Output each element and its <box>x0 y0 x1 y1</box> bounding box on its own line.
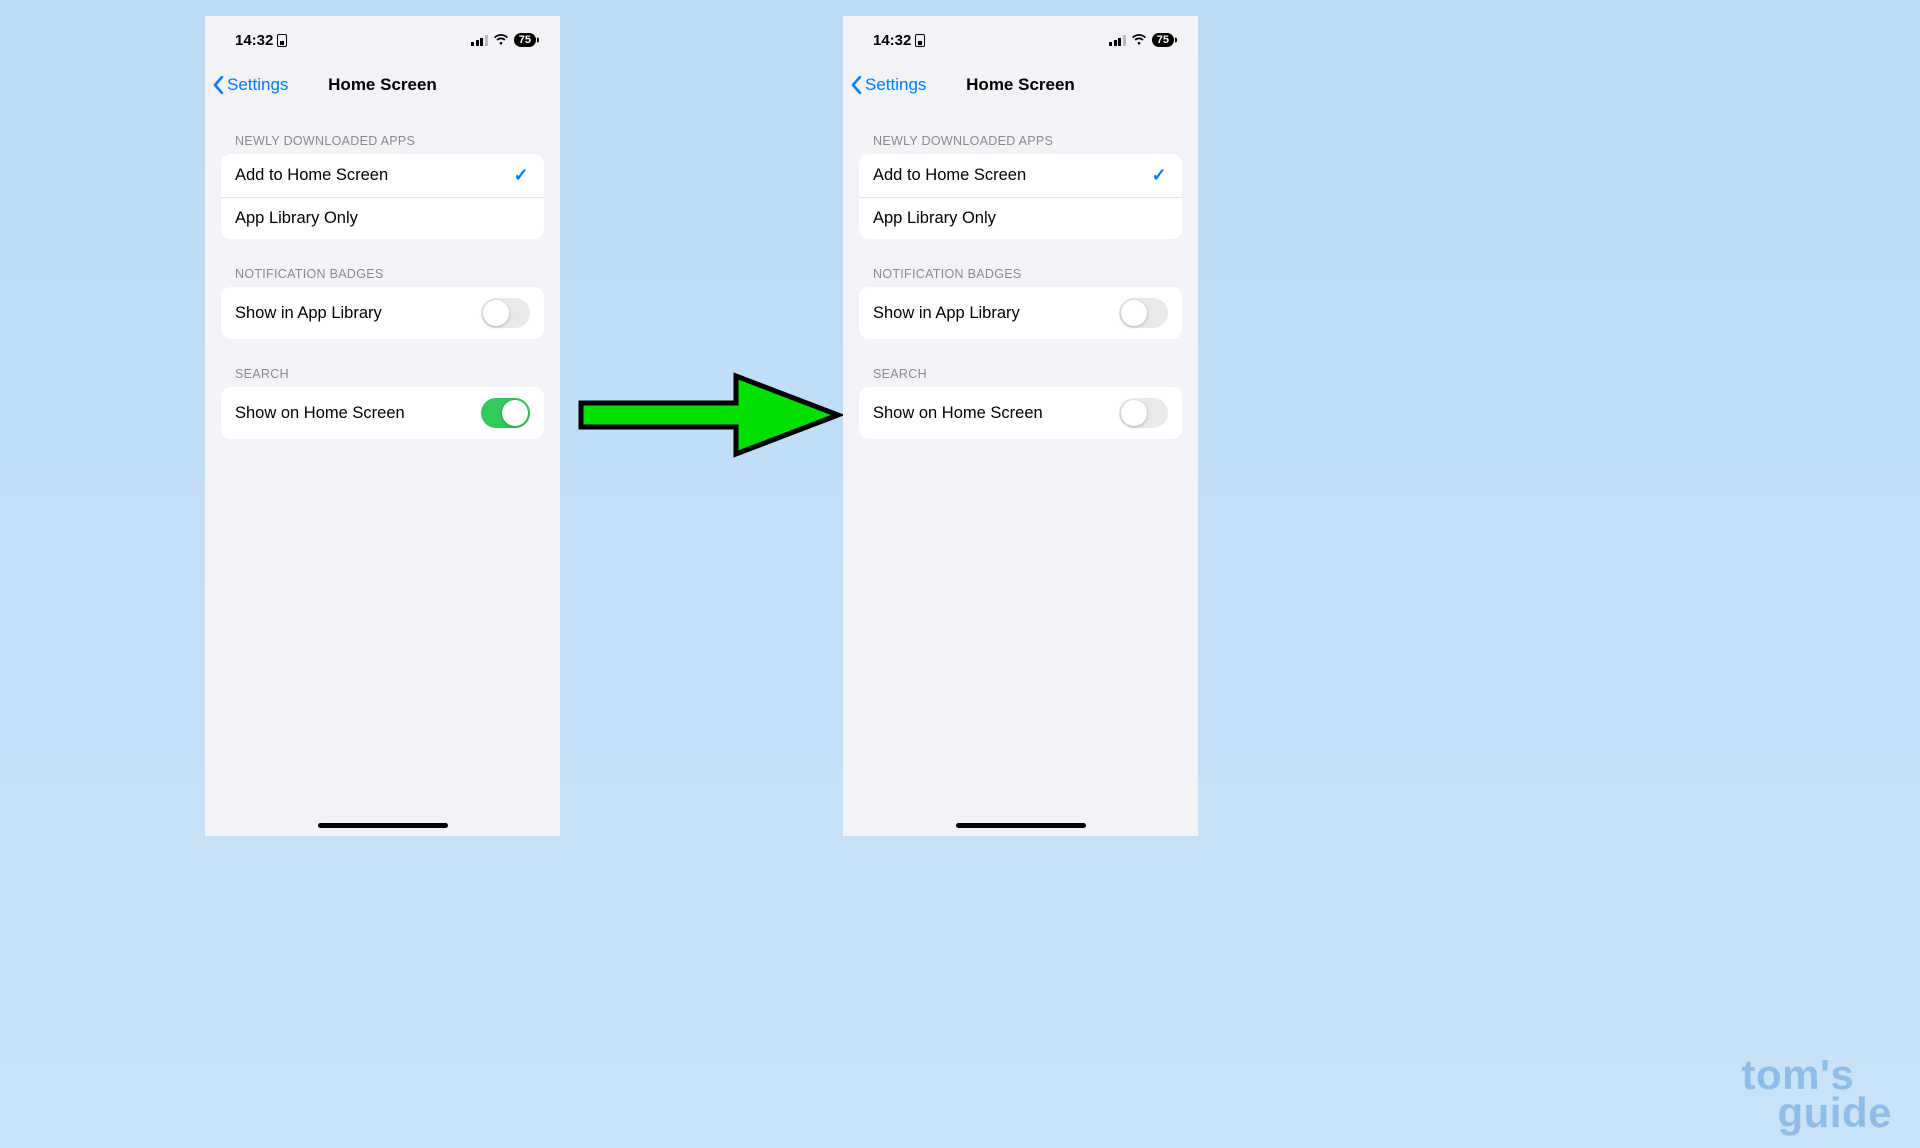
wifi-icon <box>493 34 509 46</box>
row-show-on-home-screen: Show on Home Screen <box>221 387 544 439</box>
checkmark-icon: ✓ <box>1150 165 1168 186</box>
wifi-icon <box>1131 34 1147 46</box>
nav-bar: Settings Home Screen <box>205 64 560 106</box>
phone-screenshot-after: 14:32 75 Settings Home Screen NEWLY DOWN… <box>843 16 1198 836</box>
toggle-show-on-home-screen[interactable] <box>481 398 530 428</box>
watermark-line2: guide <box>1778 1094 1893 1132</box>
back-button[interactable]: Settings <box>205 75 288 95</box>
section-header-badges: NOTIFICATION BADGES <box>221 267 544 281</box>
option-label: Add to Home Screen <box>235 166 388 185</box>
back-label: Settings <box>865 75 926 95</box>
option-label: App Library Only <box>235 209 358 228</box>
status-bar: 14:32 75 <box>843 16 1198 64</box>
chevron-left-icon <box>851 76 863 94</box>
status-time: 14:32 <box>873 32 911 49</box>
battery-icon: 75 <box>1152 33 1174 47</box>
chevron-left-icon <box>213 76 225 94</box>
cellular-icon <box>471 35 488 46</box>
section-header-newly-downloaded: NEWLY DOWNLOADED APPS <box>221 134 544 148</box>
home-indicator[interactable] <box>956 823 1086 828</box>
phone-screenshot-before: 14:32 75 Settings Home Screen NEWLY DOWN… <box>205 16 560 836</box>
toggle-show-in-app-library[interactable] <box>481 298 530 328</box>
row-label: Show in App Library <box>235 304 382 323</box>
sim-card-icon <box>915 34 925 47</box>
section-header-search: SEARCH <box>221 367 544 381</box>
toggle-show-in-app-library[interactable] <box>1119 298 1168 328</box>
row-show-on-home-screen: Show on Home Screen <box>859 387 1182 439</box>
option-app-library-only[interactable]: App Library Only <box>221 197 544 239</box>
arrow-annotation-icon <box>576 370 844 460</box>
section-header-badges: NOTIFICATION BADGES <box>859 267 1182 281</box>
battery-icon: 75 <box>514 33 536 47</box>
cellular-icon <box>1109 35 1126 46</box>
row-label: Show on Home Screen <box>873 404 1043 423</box>
nav-bar: Settings Home Screen <box>843 64 1198 106</box>
option-add-to-home[interactable]: Add to Home Screen ✓ <box>221 154 544 197</box>
status-bar: 14:32 75 <box>205 16 560 64</box>
checkmark-icon: ✓ <box>512 165 530 186</box>
toggle-show-on-home-screen[interactable] <box>1119 398 1168 428</box>
section-header-newly-downloaded: NEWLY DOWNLOADED APPS <box>859 134 1182 148</box>
sim-card-icon <box>277 34 287 47</box>
option-add-to-home[interactable]: Add to Home Screen ✓ <box>859 154 1182 197</box>
watermark-logo: tom's guide <box>1742 1056 1893 1132</box>
section-header-search: SEARCH <box>859 367 1182 381</box>
row-show-in-app-library: Show in App Library <box>859 287 1182 339</box>
back-button[interactable]: Settings <box>843 75 926 95</box>
status-time: 14:32 <box>235 32 273 49</box>
option-label: Add to Home Screen <box>873 166 1026 185</box>
option-label: App Library Only <box>873 209 996 228</box>
home-indicator[interactable] <box>318 823 448 828</box>
back-label: Settings <box>227 75 288 95</box>
row-label: Show on Home Screen <box>235 404 405 423</box>
row-label: Show in App Library <box>873 304 1020 323</box>
option-app-library-only[interactable]: App Library Only <box>859 197 1182 239</box>
row-show-in-app-library: Show in App Library <box>221 287 544 339</box>
